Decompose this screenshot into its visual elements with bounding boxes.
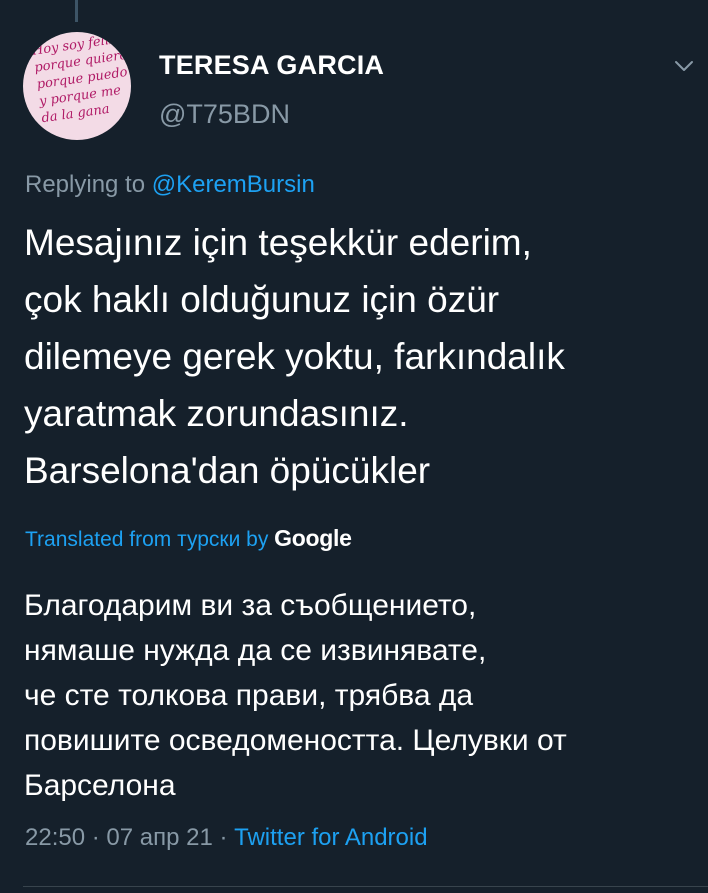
translated-text: Благодарим ви за съобщението, нямаше нуж… [24, 589, 567, 802]
translation-label: Translated from турски by [25, 528, 275, 551]
tweet-date: 07 апр 21 [106, 824, 213, 851]
translation-attribution[interactable]: Translated from турски by Google [25, 525, 352, 552]
author-handle[interactable]: @T75BDN [159, 99, 290, 130]
author-display-name[interactable]: TERESA GARCIA [159, 50, 384, 81]
reply-mention-link[interactable]: @KeremBursin [152, 171, 315, 198]
replying-to: Replying to @KeremBursin [25, 171, 315, 199]
google-logo: Google [274, 525, 352, 551]
meta-separator: · [85, 824, 107, 851]
divider [23, 886, 708, 887]
tweet-text: Mesajınız için teşekkür ederim, çok hakl… [24, 222, 565, 491]
avatar[interactable]: Hoy soy feliz porque quiero, porque pued… [23, 32, 131, 140]
replying-to-label: Replying to [25, 171, 152, 198]
chevron-down-icon[interactable] [672, 54, 696, 78]
tweet-source-link[interactable]: Twitter for Android [234, 824, 427, 851]
meta-separator: · [212, 824, 235, 851]
tweet-metadata: 22:50 · 07 апр 21 · Twitter for Android [25, 824, 428, 852]
avatar-text: Hoy soy feliz porque quiero, porque pued… [31, 32, 131, 127]
thread-connector-line [75, 0, 78, 22]
tweet-time: 22:50 [25, 824, 86, 851]
